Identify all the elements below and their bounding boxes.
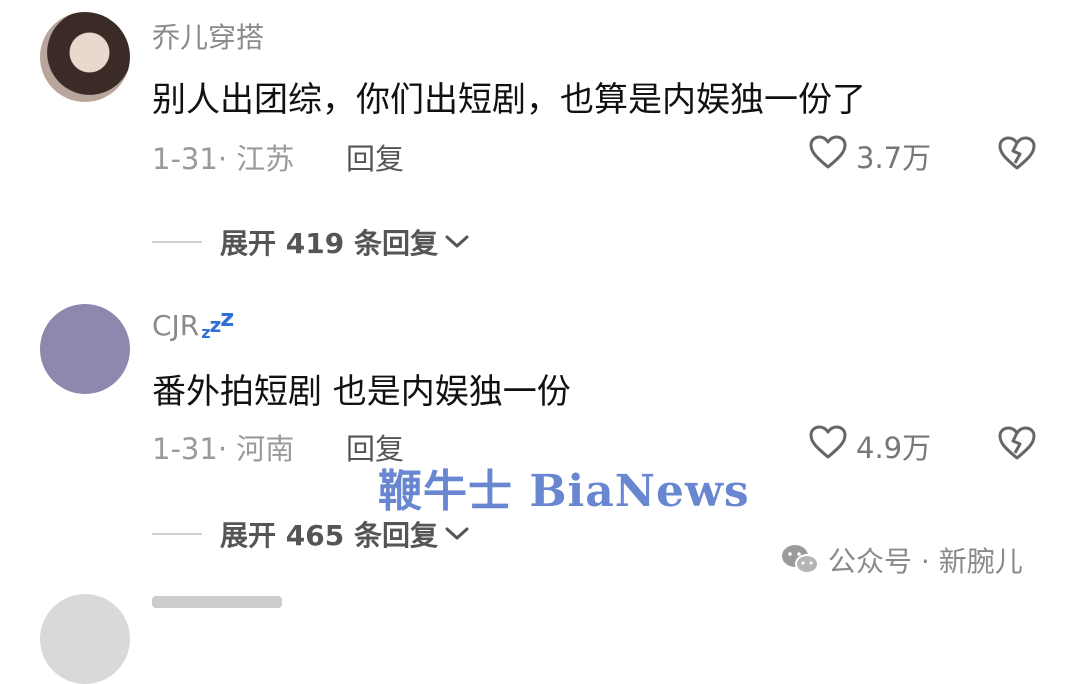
comment-date-location: 1-31· 河南	[152, 432, 295, 466]
like-button[interactable]: 3.7万	[808, 134, 931, 177]
divider	[152, 533, 202, 535]
heart-outline-icon	[808, 424, 848, 467]
comment-text: 别人出团综，你们出短剧，也算是内娱独一份了	[152, 80, 866, 120]
avatar[interactable]	[40, 594, 130, 684]
like-button[interactable]: 4.9万	[808, 424, 931, 467]
zzz-badge-icon: zzz	[201, 304, 234, 342]
dislike-button[interactable]	[996, 424, 1038, 466]
comment-date-location: 1-31· 江苏	[152, 142, 295, 176]
divider	[152, 241, 202, 243]
chevron-down-icon	[444, 525, 470, 543]
broken-heart-icon	[996, 426, 1038, 466]
expand-replies-button[interactable]: 展开 419 条回复	[152, 222, 470, 262]
comment-text: 番外拍短剧 也是内娱独一份	[152, 372, 571, 412]
avatar[interactable]	[40, 304, 130, 394]
chevron-down-icon	[444, 233, 470, 251]
source-label: 公众号 · 新腕儿	[828, 545, 1023, 578]
wechat-icon	[780, 543, 820, 577]
expand-replies-label: 展开 419 条回复	[220, 227, 438, 260]
avatar[interactable]	[40, 12, 130, 102]
heart-outline-icon	[808, 134, 848, 177]
username: CJR	[152, 309, 200, 342]
username-row[interactable]: CJR zzz	[152, 304, 234, 342]
broken-heart-icon	[996, 136, 1038, 176]
expand-replies-label: 展开 465 条回复	[220, 519, 438, 552]
like-count: 3.7万	[856, 140, 932, 175]
watermark: 鞭牛士 BiaNews	[378, 466, 750, 517]
reply-button[interactable]: 回复	[346, 136, 404, 178]
dislike-button[interactable]	[996, 134, 1038, 176]
username-placeholder	[152, 596, 282, 608]
source-mark: 公众号 · 新腕儿	[780, 540, 1023, 580]
like-count: 4.9万	[856, 430, 932, 465]
expand-replies-button[interactable]: 展开 465 条回复	[152, 514, 470, 554]
username[interactable]: 乔儿穿搭	[152, 16, 264, 56]
